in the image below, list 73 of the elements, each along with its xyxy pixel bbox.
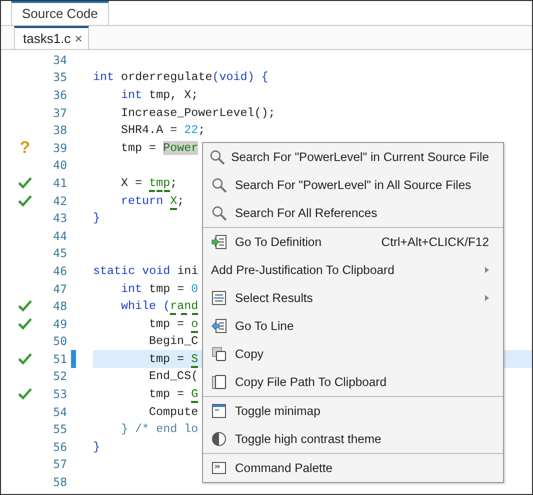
code-line: Compute <box>149 404 198 419</box>
copy-icon <box>211 346 227 362</box>
shortcut: Ctrl+Alt+CLICK/F12 <box>381 235 489 249</box>
line-number: 49 <box>52 316 67 331</box>
document-arrow-icon <box>211 234 227 250</box>
line-number: 45 <box>52 246 67 260</box>
line-number: 55 <box>52 422 67 436</box>
search-icon <box>209 149 226 165</box>
question-mark: ? <box>20 139 30 156</box>
code-line: } <box>93 211 100 226</box>
menu-item[interactable]: Select Results <box>203 284 503 312</box>
line-number: 41 <box>52 176 67 190</box>
menu-item[interactable]: Copy File Path To Clipboard <box>203 368 503 396</box>
code-line: int tmp = 0 <box>121 282 198 296</box>
code-line: int orderregulate(void) { <box>93 70 268 84</box>
file-name: tasks1.c <box>23 30 71 48</box>
line-number: 39 <box>52 140 67 155</box>
line-number: 34 <box>52 52 67 67</box>
contrast-icon <box>211 431 227 447</box>
close-icon[interactable]: × <box>74 28 82 49</box>
menu-item[interactable]: Command Palette <box>203 454 503 482</box>
list-icon <box>211 290 227 306</box>
code-line: tmp = G <box>149 387 198 402</box>
panel-tab[interactable]: Source Code <box>11 1 109 25</box>
line-number: 48 <box>52 299 67 314</box>
menu-item[interactable]: Search For All References <box>203 199 503 227</box>
line-number: 40 <box>52 158 67 172</box>
line-number: 46 <box>52 264 67 278</box>
window-icon <box>211 403 227 419</box>
menu-item[interactable]: Search For "PowerLevel" in Current Source File <box>203 143 503 171</box>
code-line: } <box>93 440 100 454</box>
search-icon <box>211 205 227 221</box>
line-number: 57 <box>52 457 67 472</box>
line-number: 42 <box>52 194 67 208</box>
copy-icon <box>211 374 227 390</box>
document-arrow-icon <box>211 318 227 334</box>
line-number: 47 <box>52 282 67 296</box>
code-line: int tmp, X; <box>121 88 198 102</box>
menu-item[interactable]: Add Pre-Justification To Clipboard <box>203 256 503 284</box>
code-line: tmp = o <box>149 316 198 331</box>
line-number: 58 <box>52 475 67 490</box>
code-line: X = tmp; <box>121 176 178 190</box>
line-number: 54 <box>52 404 67 419</box>
line-number: 35 <box>52 70 67 84</box>
code-line: End_CS( <box>149 369 198 384</box>
menu-item[interactable]: Search For "PowerLevel" in All Source Files <box>203 171 503 199</box>
line-number: 37 <box>52 106 67 120</box>
terminal-icon <box>211 460 227 476</box>
menu-item[interactable]: Copy <box>203 340 503 368</box>
code-line: Increase_PowerLevel(); <box>121 106 276 120</box>
line-number: 36 <box>52 88 67 102</box>
code-line: return X; <box>121 194 184 208</box>
code-line: tmp = S <box>149 352 198 366</box>
line-number: 50 <box>52 334 67 348</box>
menu-item[interactable]: Go To Definition Ctrl+Alt+CLICK/F12 <box>203 228 503 256</box>
code-line: } /* end lo <box>121 422 198 436</box>
code-line: tmp = Power <box>121 140 198 155</box>
line-number: 38 <box>52 123 67 138</box>
file-tab[interactable]: tasks1.c × <box>14 26 90 49</box>
line-number: 56 <box>52 440 67 454</box>
code-line: Begin_C <box>149 334 198 348</box>
line-number: 51 <box>52 352 67 366</box>
line-number: 43 <box>52 211 67 226</box>
menu-item[interactable]: Toggle minimap <box>203 397 503 425</box>
code-line: static void ini <box>93 264 198 278</box>
line-number: 52 <box>52 369 67 384</box>
code-line: SHR4.A = 22; <box>121 123 206 138</box>
search-icon <box>211 177 227 193</box>
code-line: while (rand <box>121 299 198 314</box>
menu-item[interactable]: Go To Line <box>203 312 503 340</box>
line-number: 44 <box>52 228 67 243</box>
menu-item[interactable]: Toggle high contrast theme <box>203 425 503 453</box>
line-number: 53 <box>52 387 67 402</box>
